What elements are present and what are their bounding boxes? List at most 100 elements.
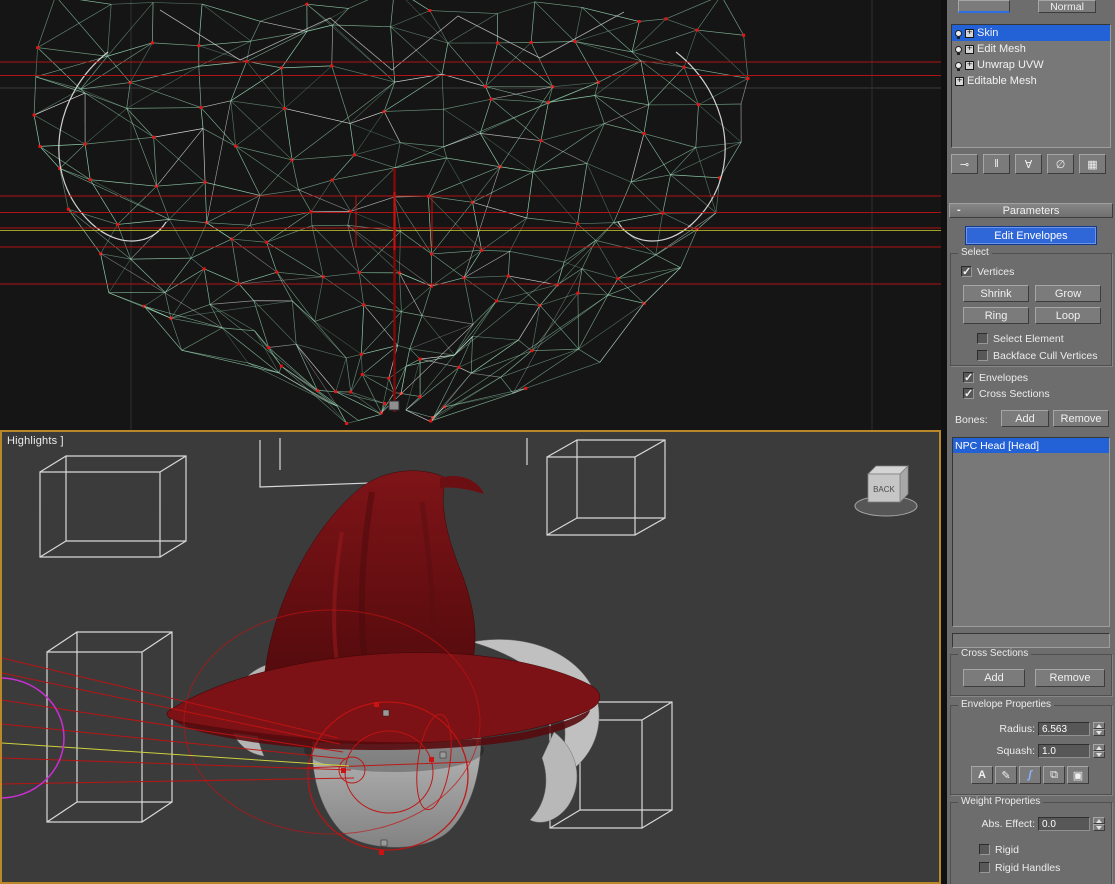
abs-effect-field[interactable]: 0.0 (1038, 817, 1090, 831)
viewport-label[interactable]: Highlights ] (7, 435, 64, 447)
checkbox-box[interactable] (963, 387, 974, 400)
ring-button[interactable]: Ring (963, 307, 1029, 324)
paste-envelope-button[interactable]: ▣ (1067, 766, 1089, 784)
vertices-checkbox[interactable]: Vertices (961, 265, 1014, 278)
stack-item-editable-mesh[interactable]: Editable Mesh (952, 73, 1110, 89)
grow-button[interactable]: Grow (1035, 285, 1101, 302)
modifier-enable-icon[interactable] (955, 29, 962, 39)
stack-item-label: Editable Mesh (967, 75, 1037, 87)
envelopes-checkbox[interactable]: Envelopes (963, 371, 1028, 384)
character-model[interactable] (166, 470, 600, 848)
squash-row: Squash: 1.0 (957, 744, 1105, 758)
stack-toolbar: ⊸ ‖ ∀ ∅ ▦ (951, 154, 1111, 174)
bones-label: Bones: (955, 414, 988, 426)
falloff-curve-icon: ʃ (1028, 769, 1032, 781)
gizmo-handle[interactable] (388, 400, 400, 411)
copy-icon: ⧉ (1050, 768, 1058, 781)
modifier-enable-icon[interactable] (955, 45, 962, 55)
checkbox-label: Rigid (995, 843, 1019, 856)
remove-cross-section-button[interactable]: Remove (1035, 669, 1105, 687)
viewport-shaded[interactable]: Highlights ] BACK (0, 430, 941, 884)
shrink-button[interactable]: Shrink (963, 285, 1029, 302)
back-grid-helper[interactable]: BACK (854, 465, 918, 517)
pencil-button[interactable]: ✎ (995, 766, 1017, 784)
expand-icon[interactable] (965, 44, 974, 54)
select-group-label: Select (958, 247, 992, 258)
collapse-icon[interactable]: - (957, 204, 961, 216)
configure-modifier-sets-button[interactable]: ▦ (1079, 154, 1106, 174)
show-end-result-button[interactable]: ‖ (983, 154, 1010, 174)
panel-top-button[interactable] (958, 0, 1010, 13)
falloff-curve-button[interactable]: ʃ (1019, 766, 1041, 784)
cross-sections-checkbox[interactable]: Cross Sections (963, 387, 1050, 400)
backface-cull-vertices-checkbox[interactable]: Backface Cull Vertices (977, 349, 1097, 362)
bone-list-item[interactable]: NPC Head [Head] (953, 438, 1109, 453)
spin-up-icon[interactable] (1093, 744, 1105, 751)
stack-item-unwrap-uvw[interactable]: Unwrap UVW (952, 57, 1110, 73)
absolute-a-button[interactable]: A (971, 766, 993, 784)
make-unique-icon: ∀ (1024, 158, 1033, 171)
show-end-result-icon: ‖ (994, 158, 999, 170)
squash-spinner[interactable] (1093, 744, 1105, 758)
parameters-rollout-header[interactable]: - Parameters (949, 203, 1113, 218)
radius-label: Radius: (999, 723, 1035, 735)
checkbox-box[interactable] (977, 333, 988, 344)
bone-name-field[interactable] (952, 633, 1110, 648)
checkbox-box[interactable] (979, 862, 990, 873)
spin-up-icon[interactable] (1093, 817, 1105, 824)
loop-button[interactable]: Loop (1035, 307, 1101, 324)
add-cross-section-button[interactable]: Add (963, 669, 1025, 687)
remove-modifier-button[interactable]: ∅ (1047, 154, 1074, 174)
expand-icon[interactable] (965, 28, 974, 38)
cross-sections-group-label: Cross Sections (958, 648, 1032, 659)
rigid-checkbox[interactable]: Rigid (979, 843, 1019, 856)
checkbox-label: Vertices (977, 265, 1015, 278)
checkbox-box[interactable] (963, 371, 974, 384)
radius-row: Radius: 6.563 (957, 722, 1105, 736)
checkbox-label: Backface Cull Vertices (993, 349, 1098, 362)
spin-down-icon[interactable] (1093, 824, 1105, 831)
viewport-wireframe[interactable] (0, 0, 941, 430)
stack-item-label: Skin (977, 27, 999, 39)
weight-properties-group: Weight Properties Abs. Effect: 0.0 Rigid… (950, 796, 1112, 884)
checkbox-box[interactable] (961, 265, 972, 278)
expand-icon[interactable] (955, 76, 964, 86)
checkbox-label: Cross Sections (979, 387, 1050, 400)
radius-spinner[interactable] (1093, 722, 1105, 736)
bones-list[interactable]: NPC Head [Head] (952, 437, 1110, 627)
remove-bone-button[interactable]: Remove (1053, 410, 1109, 427)
normal-button[interactable]: Normal (1038, 0, 1096, 13)
edit-envelopes-button[interactable]: Edit Envelopes (965, 226, 1097, 245)
checkbox-label: Rigid Handles (995, 861, 1061, 874)
remove-modifier-icon: ∅ (1055, 158, 1066, 171)
select-element-checkbox[interactable]: Select Element (977, 332, 1064, 345)
make-unique-button[interactable]: ∀ (1015, 154, 1042, 174)
stack-item-skin[interactable]: Skin (952, 25, 1110, 41)
add-bone-button[interactable]: Add (1001, 410, 1049, 427)
pin-stack-button[interactable]: ⊸ (951, 154, 978, 174)
modifier-enable-icon[interactable] (955, 61, 962, 71)
copy-envelope-button[interactable]: ⧉ (1043, 766, 1065, 784)
abs-effect-row: Abs. Effect: 0.0 (957, 817, 1105, 831)
radius-field[interactable]: 6.563 (1038, 722, 1090, 736)
checkbox-box[interactable] (977, 350, 988, 361)
envelope-tools-row: A ✎ ʃ ⧉ ▣ (971, 766, 1089, 784)
cross-section-lines[interactable] (0, 61, 941, 285)
expand-icon[interactable] (965, 60, 974, 70)
stack-item-label: Edit Mesh (977, 43, 1026, 55)
envelope-properties-label: Envelope Properties (958, 699, 1055, 710)
paste-icon: ▣ (1072, 769, 1084, 782)
shaded-scene: BACK (2, 438, 918, 855)
checkbox-label: Envelopes (979, 371, 1029, 384)
spin-down-icon[interactable] (1093, 751, 1105, 758)
abs-effect-spinner[interactable] (1093, 817, 1105, 831)
squash-field[interactable]: 1.0 (1038, 744, 1090, 758)
rigid-handles-checkbox[interactable]: Rigid Handles (979, 861, 1060, 874)
wireframe-scene (0, 0, 941, 430)
spin-up-icon[interactable] (1093, 722, 1105, 729)
spin-down-icon[interactable] (1093, 729, 1105, 736)
3d-app-window: Highlights ] BACK Normal + Skin + Edit M… (0, 0, 1115, 884)
checkbox-box[interactable] (979, 844, 990, 855)
mirror-plane-circle[interactable] (2, 677, 65, 799)
stack-item-edit-mesh[interactable]: Edit Mesh (952, 41, 1110, 57)
